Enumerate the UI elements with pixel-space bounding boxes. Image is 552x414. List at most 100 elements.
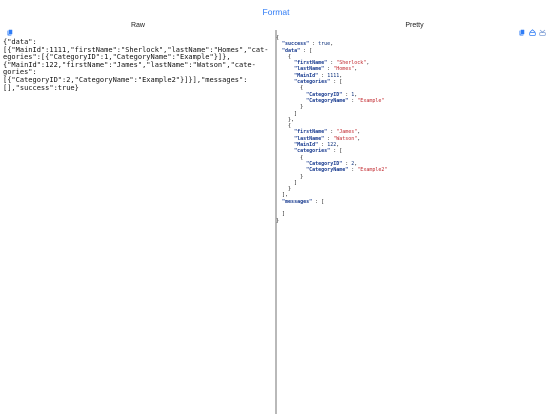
json-punctuation: , xyxy=(357,135,361,142)
json-key: "lastName" xyxy=(294,135,325,142)
json-punctuation: ] xyxy=(276,110,298,117)
json-string-value: "Example2" xyxy=(357,167,388,174)
json-punctuation: : [ xyxy=(330,79,343,86)
json-string-value: "Watson" xyxy=(333,135,358,142)
pretty-line: ] xyxy=(276,111,297,117)
json-punctuation xyxy=(276,129,294,135)
pretty-line: "success" : true, xyxy=(276,41,333,47)
json-punctuation: : xyxy=(318,72,328,79)
json-punctuation xyxy=(276,167,306,173)
json-formatter-app: Format Raw Pretty {"data": [{"MainId":11… xyxy=(0,0,552,414)
json-punctuation xyxy=(276,142,294,148)
json-punctuation: : xyxy=(318,142,328,149)
json-punctuation: , xyxy=(336,142,340,149)
pretty-line: "CategoryName" : "Example" xyxy=(276,98,384,104)
json-punctuation: , xyxy=(330,41,334,48)
pretty-line: "lastName" : "Homes", xyxy=(276,66,357,72)
json-key: "MainId" xyxy=(294,72,319,79)
json-punctuation: : xyxy=(324,135,334,142)
pretty-line: "messages" : [ xyxy=(276,199,324,205)
pretty-line: "categories" : [ xyxy=(276,148,342,154)
pretty-json-view[interactable]: { "success" : true, "data" : [ { "firstN… xyxy=(276,35,546,224)
json-key: "CategoryName" xyxy=(306,167,349,174)
json-number-value: 1111 xyxy=(327,72,340,79)
pretty-line: { xyxy=(276,54,291,60)
pretty-line: } xyxy=(276,174,303,180)
json-key: "CategoryID" xyxy=(306,160,343,167)
json-punctuation: } xyxy=(276,217,280,224)
pretty-line: "CategoryID" : 2, xyxy=(276,161,357,167)
json-punctuation: , xyxy=(354,91,358,98)
pretty-line: "MainId" : 1111, xyxy=(276,73,342,79)
pretty-line: { xyxy=(276,85,303,91)
pretty-line: } xyxy=(276,104,303,110)
json-punctuation xyxy=(276,161,306,167)
json-key: "success" xyxy=(282,41,310,48)
json-string-value: "James" xyxy=(336,129,358,136)
json-boolean-value: true xyxy=(318,41,331,48)
json-punctuation: ] xyxy=(276,179,298,186)
pretty-line: "data" : [ xyxy=(276,48,312,54)
pretty-line: "firstName" : "James", xyxy=(276,129,360,135)
json-number-value: 122 xyxy=(327,142,337,149)
json-key: "firstName" xyxy=(294,60,328,67)
pretty-line: ] xyxy=(276,211,285,217)
json-punctuation: : [ xyxy=(312,198,325,205)
format-button[interactable]: Format xyxy=(0,7,552,17)
raw-pane-title: Raw xyxy=(130,22,145,29)
json-punctuation: }, xyxy=(276,116,295,123)
clipboard-icon[interactable] xyxy=(7,29,13,36)
json-string-value: "Sherlock" xyxy=(336,60,367,67)
json-punctuation: { xyxy=(276,123,292,130)
json-key: "CategoryName" xyxy=(306,97,349,104)
json-key: "messages" xyxy=(282,198,313,205)
json-punctuation xyxy=(276,98,306,104)
json-punctuation: : xyxy=(309,41,319,48)
json-punctuation: } xyxy=(276,186,292,193)
pretty-line: "MainId" : 122, xyxy=(276,142,339,148)
json-punctuation: : xyxy=(342,91,352,98)
json-punctuation: , xyxy=(354,160,358,167)
json-punctuation: , xyxy=(357,129,361,136)
json-punctuation: : xyxy=(324,66,334,73)
json-string-value: "Homes" xyxy=(333,66,355,73)
json-punctuation xyxy=(276,148,294,154)
pretty-line: "lastName" : "Watson", xyxy=(276,136,360,142)
json-punctuation: : [ xyxy=(330,148,343,155)
raw-line: {"MainId":122,"firstName":"James","lastN… xyxy=(3,60,256,69)
json-punctuation: ] xyxy=(276,211,286,218)
json-punctuation xyxy=(276,60,294,66)
pretty-line: }, xyxy=(276,117,294,123)
pretty-line: } xyxy=(276,186,291,192)
json-punctuation: , xyxy=(354,66,358,73)
pretty-line: "CategoryName" : "Example2" xyxy=(276,167,387,173)
pretty-line: { xyxy=(276,35,279,41)
pretty-pane-title: Pretty xyxy=(405,22,424,29)
json-key: "MainId" xyxy=(294,142,319,149)
json-key: "data" xyxy=(282,47,301,54)
json-punctuation: : [ xyxy=(300,47,313,54)
pretty-line: "CategoryID" : 1, xyxy=(276,92,357,98)
json-punctuation: , xyxy=(366,60,370,67)
json-punctuation xyxy=(276,92,306,98)
pretty-line: } xyxy=(276,218,279,224)
json-key: "categories" xyxy=(294,79,331,86)
pretty-line: ], xyxy=(276,192,288,198)
pretty-line: "categories" : [ xyxy=(276,79,342,85)
raw-line: [],"success":true} xyxy=(3,83,79,92)
json-punctuation: : xyxy=(348,97,358,104)
pretty-line: ] xyxy=(276,180,297,186)
json-punctuation: : xyxy=(348,167,358,174)
json-key: "firstName" xyxy=(294,129,328,136)
json-punctuation: , xyxy=(339,72,343,79)
json-key: "lastName" xyxy=(294,66,325,73)
pretty-line: { xyxy=(276,123,291,129)
json-punctuation: } xyxy=(276,173,304,180)
json-punctuation: { xyxy=(276,35,280,41)
raw-json-editor[interactable]: {"data": [{"MainId":1111,"firstName":"Sh… xyxy=(3,38,271,92)
json-key: "CategoryID" xyxy=(306,91,343,98)
json-punctuation: } xyxy=(276,104,304,111)
json-key: "categories" xyxy=(294,148,331,155)
pretty-line: "firstName" : "Sherlock", xyxy=(276,60,369,66)
json-punctuation: : xyxy=(327,129,337,136)
